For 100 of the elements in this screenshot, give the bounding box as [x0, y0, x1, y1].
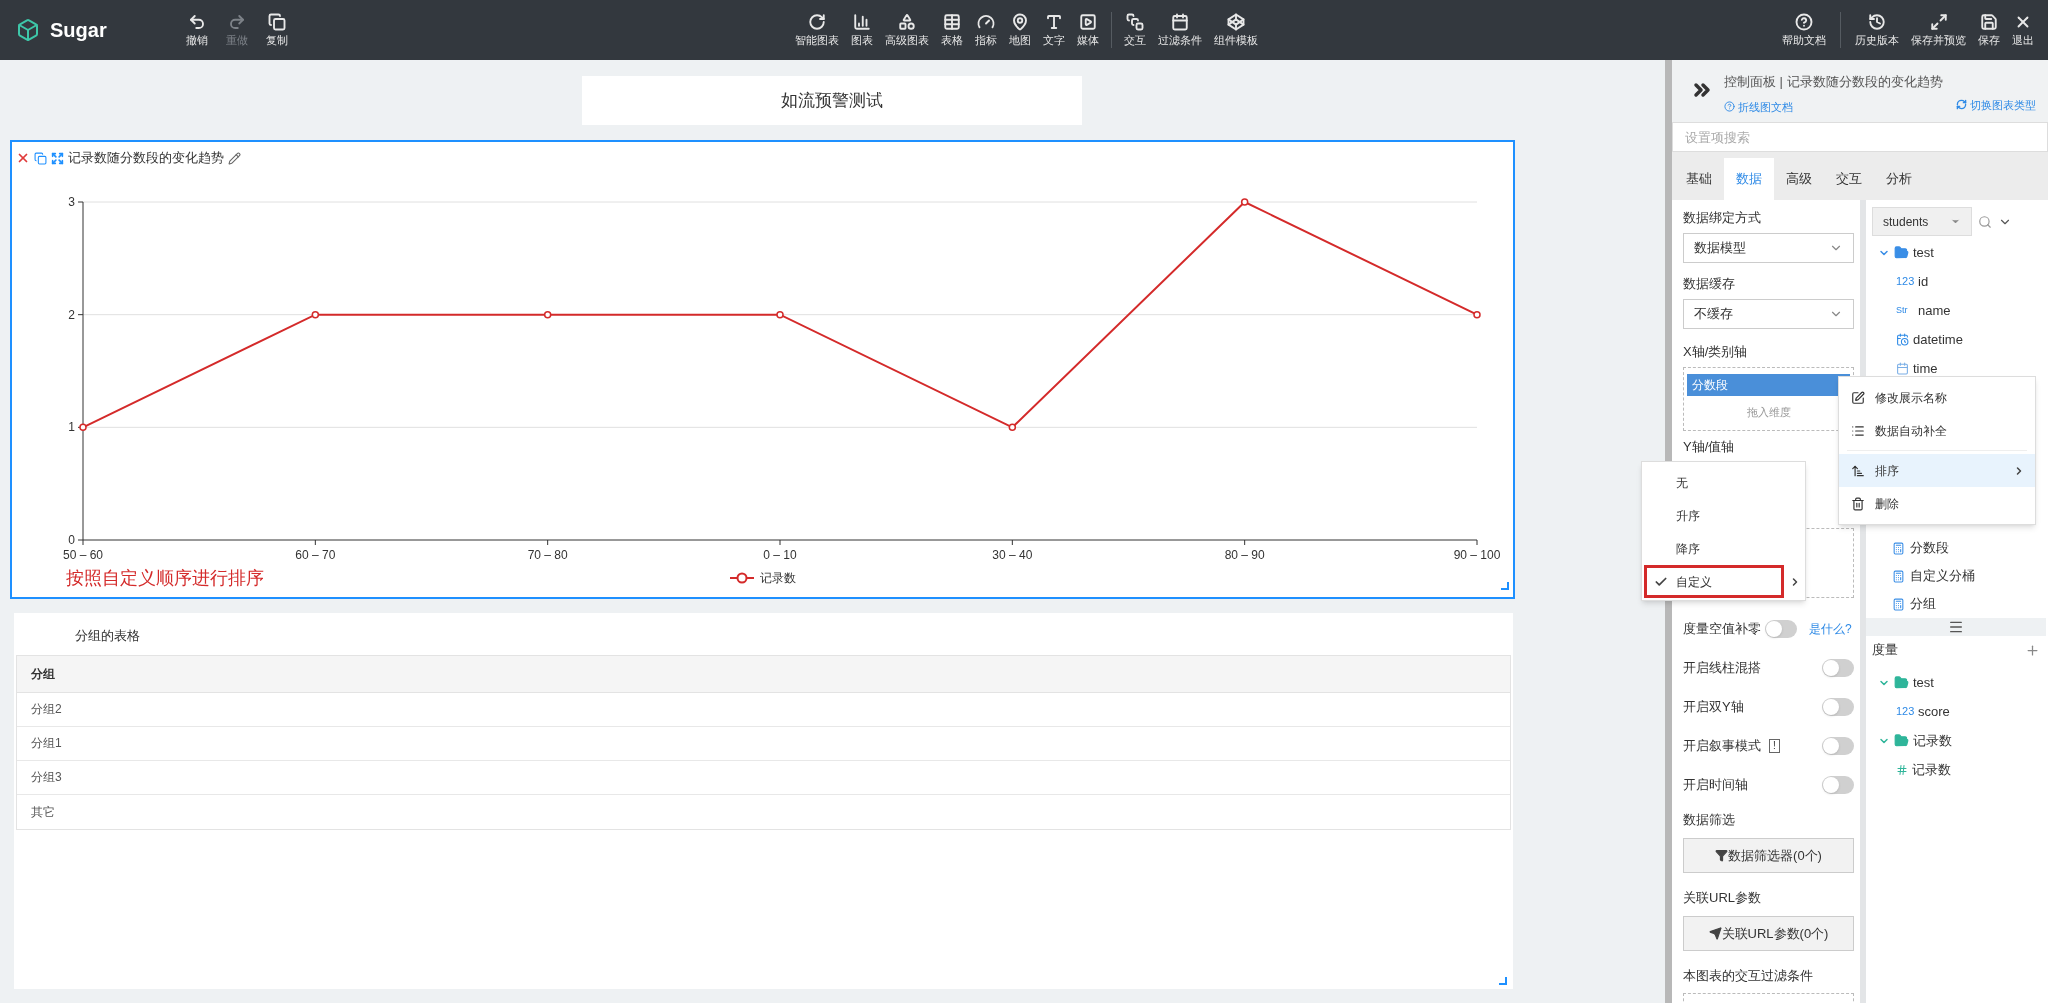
resize-corner-icon[interactable]	[1499, 977, 1507, 985]
section-title: 度量	[1872, 641, 1898, 660]
field-item[interactable]: id	[1918, 271, 1929, 292]
cube-logo-icon	[16, 18, 40, 42]
setting-label: 数据绑定方式	[1683, 209, 1762, 227]
play-icon	[1079, 13, 1097, 31]
toolbar-button[interactable]: 退出	[2006, 13, 2040, 47]
table-icon	[943, 13, 961, 31]
field-item[interactable]: 分组	[1910, 594, 1936, 614]
search-icon[interactable]	[1978, 214, 1992, 229]
toolbar-button[interactable]: 保存并预览	[1905, 13, 1972, 47]
source-select[interactable]: students	[1872, 207, 1972, 236]
select-field[interactable]: 数据模型	[1683, 233, 1854, 263]
select-field[interactable]: 不缓存	[1683, 299, 1854, 329]
folder-icon	[1894, 245, 1909, 260]
field-item[interactable]: datetime	[1913, 329, 1963, 350]
calendar-icon	[1896, 362, 1909, 375]
copy-icon[interactable]	[34, 151, 47, 165]
settings-tab[interactable]: 交互	[1824, 158, 1874, 200]
table-cell-text: 其它	[30, 803, 55, 821]
menu-item[interactable]: 删除	[1839, 487, 2035, 520]
field-item[interactable]: 自定义分桶	[1910, 566, 1975, 586]
field-item[interactable]: score	[1918, 701, 1950, 722]
folder-icon	[1894, 675, 1909, 690]
refresh-icon	[808, 13, 826, 31]
toolbar-button[interactable]: 文字	[1037, 13, 1071, 47]
sort-icon	[1851, 463, 1865, 478]
settings-tab[interactable]: 高级	[1774, 158, 1824, 200]
menu-item[interactable]: 无	[1642, 466, 1805, 499]
legend-marker-icon	[729, 572, 754, 584]
toolbar-button[interactable]: 历史版本	[1849, 13, 1905, 47]
toolbar-button[interactable]: 帮助文档	[1776, 13, 1832, 47]
field-item[interactable]: 分数段	[1910, 538, 1949, 558]
toggle-switch[interactable]	[1822, 698, 1854, 716]
menu-item[interactable]: 升序	[1642, 499, 1805, 532]
toolbar-button[interactable]: 过滤条件	[1152, 13, 1208, 47]
y-tick-label: 1	[68, 420, 75, 435]
toolbar-button[interactable]: 智能图表	[789, 13, 845, 47]
toggle-label: 开启双Y轴	[1683, 698, 1744, 717]
list-icon	[1851, 423, 1865, 438]
toolbar-button[interactable]: 媒体	[1071, 13, 1105, 47]
toggle-switch[interactable]	[1822, 776, 1854, 794]
folder-label[interactable]: test	[1913, 242, 1934, 263]
toolbar-button[interactable]: 地图	[1003, 13, 1037, 47]
folder-label[interactable]: 记录数	[1913, 730, 1952, 751]
menu-item[interactable]: 排序	[1839, 454, 2035, 487]
toggle-label: 开启线柱混搭	[1683, 659, 1761, 678]
calculator-icon	[1892, 597, 1905, 611]
resize-corner-icon[interactable]	[1501, 582, 1509, 590]
setting-label: 本图表的交互过滤条件	[1683, 967, 1814, 985]
field-item[interactable]: name	[1918, 300, 1951, 321]
settings-tab[interactable]: 基础	[1674, 158, 1724, 200]
url-params-button[interactable]: 关联URL参数(0个)	[1683, 916, 1854, 951]
expand-icon[interactable]	[51, 151, 64, 165]
toolbar-button[interactable]: 撤销	[180, 13, 214, 47]
toolbar-button[interactable]: 保存	[1972, 13, 2006, 47]
logo-text: Sugar	[50, 18, 107, 43]
text-icon	[1045, 13, 1063, 31]
edit-icon[interactable]	[228, 151, 241, 165]
legend-label: 记录数	[759, 570, 796, 587]
x-tick-label: 0 – 10	[763, 548, 797, 562]
field-item[interactable]: 记录数	[1912, 759, 1951, 780]
settings-tab[interactable]: 分析	[1874, 158, 1924, 200]
toggle-label: 开启时间轴	[1683, 776, 1748, 795]
toggle-switch[interactable]	[1765, 620, 1797, 638]
close-icon[interactable]	[16, 151, 30, 165]
toolbar-button[interactable]: 指标	[969, 13, 1003, 47]
shapes-icon	[898, 13, 916, 31]
setting-label: Y轴/值轴	[1683, 438, 1736, 456]
table-cell-text: 分组1	[30, 735, 62, 752]
toolbar-button[interactable]: 组件模板	[1208, 13, 1264, 47]
x-tick-label: 70 – 80	[527, 548, 568, 562]
toolbar-button[interactable]: 复制	[260, 13, 294, 47]
settings-tab[interactable]: 数据	[1724, 158, 1774, 200]
info-badge: !	[1769, 739, 1780, 753]
toolbar-button[interactable]: 表格	[935, 13, 969, 47]
search-field[interactable]: 设置项搜索	[1672, 122, 2048, 152]
y-tick-label: 3	[68, 195, 75, 209]
toggle-switch[interactable]	[1822, 737, 1854, 755]
filter-button[interactable]: 数据筛选器(0个)	[1683, 838, 1854, 873]
folder-label[interactable]: test	[1913, 672, 1934, 693]
page-title: 如流预警测试	[582, 76, 1082, 125]
resize-handle[interactable]	[1866, 618, 2046, 636]
help-link[interactable]: 是什么?	[1809, 620, 1852, 638]
data-point	[543, 310, 552, 319]
calendar-icon	[1171, 13, 1189, 31]
add-icon[interactable]	[2025, 642, 2040, 658]
help-icon	[1795, 13, 1813, 31]
string-type-icon: Str	[1896, 303, 1918, 318]
field-item[interactable]: time	[1913, 358, 1938, 379]
copy-icon	[268, 13, 286, 31]
toggle-switch[interactable]	[1822, 659, 1854, 677]
toolbar-button[interactable]: 图表	[845, 13, 879, 47]
toolbar-button[interactable]: 高级图表	[879, 13, 935, 47]
menu-item[interactable]: 降序	[1642, 532, 1805, 565]
toolbar-button[interactable]: 交互	[1118, 13, 1152, 47]
funnel-icon	[1715, 849, 1729, 862]
setting-label: 数据缓存	[1683, 275, 1736, 293]
table-title: 分组的表格	[75, 627, 141, 645]
data-point	[79, 423, 87, 432]
